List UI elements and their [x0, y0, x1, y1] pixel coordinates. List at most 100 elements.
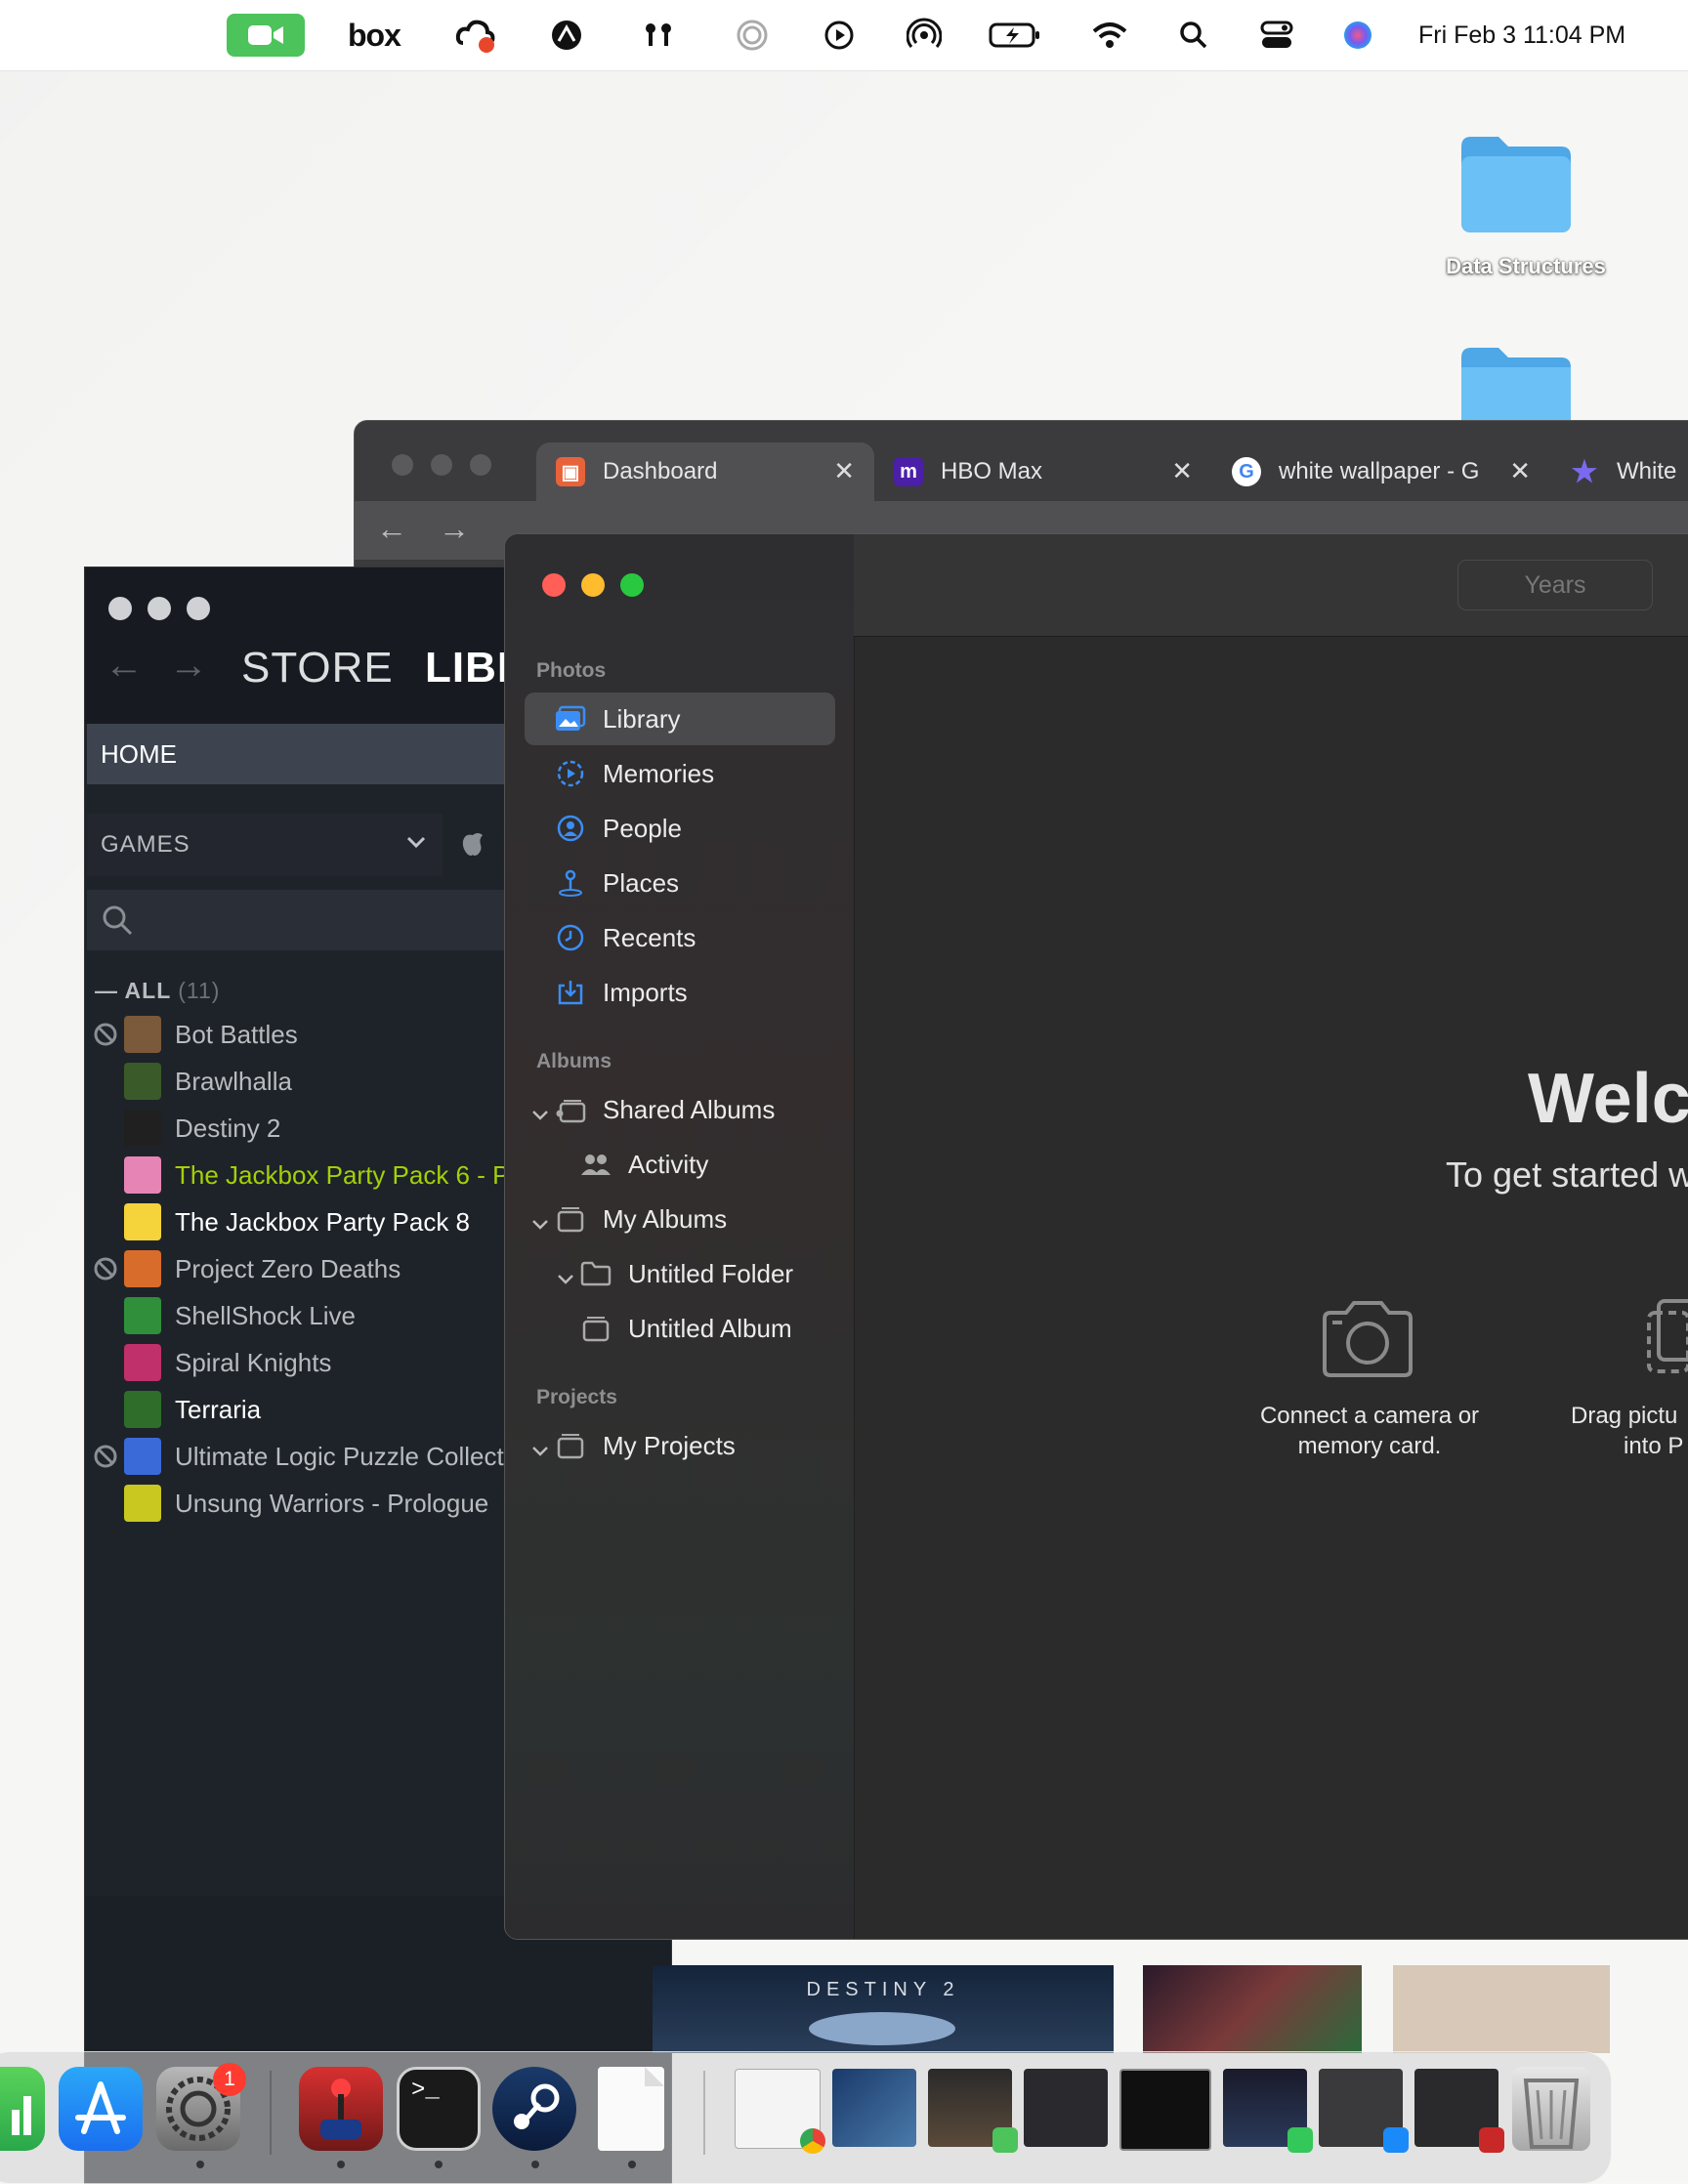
minimized-preview-window[interactable] — [832, 2069, 916, 2147]
hbo-max-icon: m — [894, 457, 923, 486]
tab-white[interactable]: ★ White — [1550, 442, 1688, 501]
drag-pictures-icon — [1647, 1299, 1688, 1384]
sidebar-item-untitled-folder[interactable]: Untitled Folder — [525, 1247, 835, 1300]
sidebar-item-my-projects[interactable]: My Projects — [525, 1419, 835, 1472]
star-icon: ★ — [1571, 455, 1598, 488]
minimized-chrome-window[interactable] — [735, 2069, 825, 2154]
minimized-messages-window[interactable] — [1223, 2069, 1313, 2153]
steam-app-icon[interactable] — [492, 2067, 576, 2151]
sidebar-item-imports[interactable]: Imports — [525, 966, 835, 1019]
game-icon — [124, 1156, 161, 1194]
joystick-app-icon[interactable] — [299, 2067, 383, 2151]
apple-icon[interactable] — [460, 827, 485, 861]
game-list-item[interactable]: Destiny 2 — [85, 1105, 280, 1152]
collapse-icon: — — [95, 978, 118, 1003]
play-icon[interactable] — [823, 18, 855, 53]
stats-icon[interactable] — [549, 18, 584, 53]
games-dropdown[interactable]: GAMES — [87, 814, 443, 876]
terminal-app-icon[interactable]: >_ — [397, 2067, 481, 2151]
battery-icon[interactable] — [989, 18, 1041, 53]
sidebar-item-memories[interactable]: Memories — [525, 747, 835, 800]
years-button[interactable]: Years — [1457, 560, 1653, 610]
close-window-icon[interactable] — [542, 573, 566, 597]
game-icon — [124, 1438, 161, 1475]
sidebar-item-recents[interactable]: Recents — [525, 911, 835, 964]
game-list-item[interactable]: Brawlhalla — [85, 1058, 292, 1105]
sidebar-item-untitled-album[interactable]: Untitled Album — [525, 1302, 835, 1355]
airpods-icon[interactable] — [641, 18, 676, 53]
game-name: ShellShock Live — [175, 1300, 356, 1330]
app-store-icon[interactable] — [59, 2067, 143, 2151]
sidebar-item-label: People — [603, 813, 682, 843]
game-list-item[interactable]: The Jackbox Party Pack 8 — [85, 1198, 470, 1245]
siri-icon[interactable] — [1342, 18, 1373, 53]
close-icon[interactable]: ✕ — [1171, 456, 1193, 486]
game-list-item[interactable]: ShellShock Live — [85, 1292, 356, 1339]
back-arrow-icon[interactable]: ← — [105, 644, 145, 688]
sidebar-item-shared-albums[interactable]: Shared Albums — [525, 1083, 835, 1136]
wifi-icon[interactable] — [1090, 18, 1129, 53]
chrome-window-controls[interactable] — [392, 454, 491, 476]
search-icon[interactable] — [1178, 18, 1209, 53]
forward-arrow-icon[interactable]: → — [439, 511, 470, 547]
destiny-2-shelf-card[interactable]: DESTINY 2 — [653, 1965, 1114, 2053]
game-list-item[interactable]: Unsung Warriors - Prologue — [85, 1480, 488, 1527]
connect-camera-line2: memory card. — [1297, 1433, 1442, 1459]
minimized-window[interactable] — [1414, 2069, 1504, 2153]
tab-white-wallpaper[interactable]: G white wallpaper - G ✕ — [1212, 442, 1550, 501]
minimized-facetime-window[interactable] — [928, 2069, 1018, 2153]
creative-cloud-icon[interactable] — [455, 18, 498, 53]
nav-store[interactable]: STORE — [241, 644, 394, 693]
chevron-down-icon[interactable] — [530, 1099, 550, 1129]
drag-pictures-label: Drag pictu into P — [1563, 1401, 1688, 1461]
tab-hbo-max[interactable]: m HBO Max ✕ — [874, 442, 1212, 501]
close-icon[interactable]: ✕ — [1509, 456, 1531, 486]
maximize-window-icon[interactable] — [620, 573, 644, 597]
logic-puzzle-shelf-card[interactable] — [1393, 1965, 1610, 2053]
imports-icon — [554, 976, 587, 1009]
game-shelf-card[interactable] — [1143, 1965, 1362, 2053]
focus-icon[interactable] — [735, 18, 770, 53]
close-icon[interactable]: ✕ — [833, 456, 855, 486]
sidebar-item-my-albums[interactable]: My Albums — [525, 1193, 835, 1245]
tab-dashboard[interactable]: ▣ Dashboard ✕ — [536, 442, 874, 501]
sidebar-item-people[interactable]: People — [525, 802, 835, 855]
trash-icon[interactable] — [1512, 2067, 1590, 2151]
game-list-item[interactable]: Bot Battles — [85, 1011, 298, 1058]
game-icon — [124, 1391, 161, 1428]
chevron-down-icon[interactable] — [530, 1435, 550, 1465]
game-list-item[interactable]: Terraria — [85, 1386, 261, 1433]
minimized-settings-window[interactable] — [1024, 2069, 1108, 2147]
destiny-2-title: DESTINY 2 — [806, 1979, 960, 2000]
sidebar-item-places[interactable]: Places — [525, 857, 835, 909]
control-center-icon[interactable] — [1260, 18, 1293, 53]
minimize-window-icon[interactable] — [581, 573, 605, 597]
minimized-mail-window[interactable] — [1319, 2069, 1409, 2153]
document-icon[interactable] — [598, 2067, 664, 2151]
game-list-item[interactable]: The Jackbox Party Pack 6 - P — [85, 1152, 509, 1198]
menu-bar: box Fri Feb 3 11:04 PM — [0, 0, 1688, 71]
connect-camera-label: Connect a camera or memory card. — [1243, 1401, 1497, 1461]
game-list-item[interactable]: Project Zero Deaths — [85, 1245, 401, 1292]
desktop-folder-data-structures[interactable]: Data Structures — [1446, 133, 1606, 278]
game-list-item[interactable]: Ultimate Logic Puzzle Collect — [85, 1433, 504, 1480]
dock-separator — [270, 2071, 272, 2155]
camera-icon — [1319, 1301, 1416, 1382]
chevron-down-icon[interactable] — [530, 1208, 550, 1239]
chevron-down-icon[interactable] — [556, 1263, 575, 1293]
shared-albums-icon — [554, 1093, 587, 1126]
all-games-header[interactable]: — ALL (11) — [95, 978, 220, 1004]
box-icon[interactable]: box — [348, 18, 401, 53]
blocked-icon — [94, 1445, 117, 1468]
game-list-item[interactable]: Spiral Knights — [85, 1339, 331, 1386]
facetime-icon[interactable] — [227, 14, 305, 57]
airdrop-icon[interactable] — [907, 18, 942, 53]
forward-arrow-icon[interactable]: → — [169, 644, 209, 688]
back-arrow-icon[interactable]: ← — [376, 511, 407, 547]
numbers-app-icon[interactable] — [0, 2067, 45, 2151]
sidebar-item-library[interactable]: Library — [525, 693, 835, 745]
steam-window-controls[interactable] — [108, 597, 210, 620]
section-projects: Projects — [536, 1386, 617, 1408]
sidebar-item-activity[interactable]: Activity — [525, 1138, 835, 1191]
menu-bar-clock[interactable]: Fri Feb 3 11:04 PM — [1418, 18, 1663, 53]
